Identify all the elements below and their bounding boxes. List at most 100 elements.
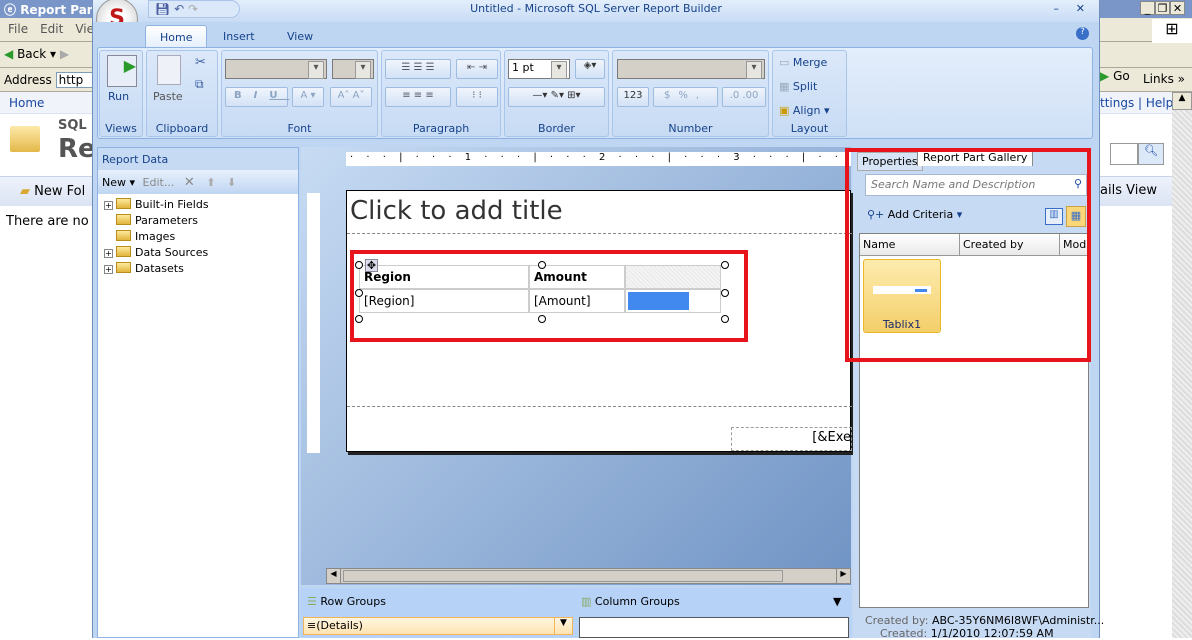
expand-icon[interactable]: +: [104, 265, 113, 274]
split-icon: ▦: [779, 80, 790, 93]
close-button[interactable]: ✕: [1076, 2, 1085, 15]
placeholder-format-button[interactable]: 123: [617, 87, 649, 107]
scroll-thumb[interactable]: [343, 570, 783, 582]
split-button[interactable]: ▦ Split: [779, 80, 817, 93]
close-button[interactable]: ✕: [1170, 1, 1185, 15]
ie-search-input[interactable]: [1110, 143, 1138, 165]
delete-icon[interactable]: ✕: [184, 175, 195, 190]
save-icon[interactable]: 💾︎: [155, 2, 170, 16]
details-view-button[interactable]: ails View: [1100, 183, 1157, 198]
minimize-button[interactable]: _: [1140, 1, 1155, 15]
tab-home[interactable]: Home: [145, 25, 208, 49]
align-left-center-right[interactable]: ≡ ≡ ≡: [385, 87, 451, 107]
column-groups-list[interactable]: [579, 617, 849, 638]
ie-vertical-scrollbar[interactable]: ▲: [1172, 92, 1192, 638]
report-title-placeholder[interactable]: Click to add title: [350, 196, 563, 226]
report-part-gallery-pane: Properties Report Part Gallery Search Na…: [845, 148, 1104, 640]
move-down-icon[interactable]: ⬇: [227, 176, 236, 189]
created-row: Created: 1/1/2010 12:07:59 AM: [880, 627, 1054, 640]
address-input[interactable]: http: [55, 72, 96, 88]
minimize-button[interactable]: –: [1054, 2, 1060, 15]
number-format-combo[interactable]: [617, 59, 765, 79]
menu-file[interactable]: File: [8, 22, 28, 36]
tab-view[interactable]: View: [273, 25, 327, 49]
row-groups-icon: ☰: [307, 595, 317, 608]
back-button[interactable]: ◀ Back ▾: [4, 47, 56, 61]
folder-report-icon: [10, 126, 40, 152]
horizontal-ruler: · · · | · · · 1 · · · | · · · 2 · · · | …: [346, 152, 851, 166]
group-label: Number: [668, 122, 713, 135]
tree-item-built-in-fields[interactable]: + Built-in Fields: [104, 198, 209, 214]
header-small-text: SQL: [58, 118, 87, 133]
ie-window-controls: _ ❐ ✕: [1140, 1, 1185, 15]
details-dropdown-icon[interactable]: ▼: [554, 618, 572, 634]
home-link[interactable]: Home: [9, 96, 44, 110]
links-button[interactable]: Links »: [1143, 72, 1185, 86]
app-title-bar: Untitled - Microsoft SQL Server Report B…: [93, 0, 1099, 22]
scroll-up-button[interactable]: ▲: [1172, 92, 1192, 110]
footer-divider: [347, 406, 852, 407]
new-label: New: [102, 176, 126, 189]
column-groups-header: ▥ Column Groups: [581, 595, 680, 608]
list-buttons[interactable]: ⁝ ⁝: [456, 87, 498, 107]
border-width-combo[interactable]: 1 pt: [508, 59, 570, 79]
scroll-left-button[interactable]: ◀: [327, 569, 341, 583]
report-page: Click to add title Region Amount [Region…: [346, 190, 852, 452]
tree-item-images[interactable]: Images: [104, 230, 175, 246]
search-icon[interactable]: 🔍︎: [1138, 143, 1164, 165]
bold-italic-underline-buttons[interactable]: BIU: [225, 87, 288, 107]
settings-help-links[interactable]: ttings | Help: [1100, 96, 1173, 110]
scroll-right-button[interactable]: ▶: [836, 569, 850, 583]
currency-percent-comma-buttons[interactable]: $%,: [653, 87, 718, 107]
edit-button[interactable]: Edit...: [143, 176, 175, 189]
indent-buttons[interactable]: ⇤ ⇥: [456, 59, 498, 79]
grow-shrink-font-buttons[interactable]: A˄ A˅: [330, 87, 372, 107]
copy-icon[interactable]: ⧉: [195, 77, 204, 92]
percent-button[interactable]: %: [678, 90, 696, 101]
merge-button[interactable]: ▭ Merge: [779, 56, 827, 69]
move-up-icon[interactable]: ⬆: [206, 176, 215, 189]
restore-button[interactable]: ❐: [1155, 1, 1170, 15]
forward-icon[interactable]: ▶: [60, 47, 69, 61]
new-folder-button[interactable]: ▰ New Fol: [20, 184, 85, 199]
details-group-row[interactable]: ≡(Details) ▼: [303, 617, 573, 635]
border-style-buttons[interactable]: —▾ ✎▾ ⊞▾: [508, 87, 605, 107]
shrink-font-icon[interactable]: A: [353, 90, 360, 101]
fill-color-button[interactable]: ◈▾: [575, 59, 605, 79]
cut-icon[interactable]: ✂: [195, 55, 206, 70]
underline-button[interactable]: U: [269, 90, 289, 101]
execution-time-textbox[interactable]: [&Exe: [731, 427, 852, 451]
go-button[interactable]: ▶ Go: [1100, 69, 1130, 83]
redo-icon[interactable]: ↷: [188, 2, 198, 16]
tab-insert[interactable]: Insert: [209, 25, 269, 49]
help-icon[interactable]: ?: [1076, 27, 1089, 40]
undo-icon[interactable]: ↶: [174, 2, 184, 16]
new-button[interactable]: New ▾: [102, 176, 135, 189]
column-groups-icon: ▥: [581, 595, 592, 608]
tree-item-data-sources[interactable]: + Data Sources: [104, 246, 208, 262]
align-button[interactable]: ▣ Align ▾: [779, 104, 830, 117]
font-color-button[interactable]: A ▾: [292, 87, 324, 107]
paste-button[interactable]: Paste: [153, 90, 183, 103]
font-name-combo[interactable]: [225, 59, 327, 79]
menu-edit[interactable]: Edit: [40, 22, 63, 36]
expand-icon[interactable]: +: [104, 249, 113, 258]
align-top-middle-bottom[interactable]: ☰ ☰ ☰: [385, 59, 451, 79]
font-size-combo[interactable]: [332, 59, 374, 79]
created-by-label: Created by:: [865, 614, 929, 627]
grouping-pane: ☰ Row Groups ▥ Column Groups ▼ ≡(Details…: [301, 588, 851, 638]
tree-item-datasets[interactable]: + Datasets: [104, 262, 184, 278]
expand-icon[interactable]: +: [104, 201, 113, 210]
folder-icon: [116, 198, 131, 209]
bold-button[interactable]: B: [234, 90, 254, 101]
folder-icon: [116, 246, 131, 257]
comma-button[interactable]: ,: [696, 90, 707, 101]
run-button[interactable]: Run: [108, 90, 129, 103]
currency-button[interactable]: $: [664, 90, 678, 101]
grow-font-icon[interactable]: A: [338, 90, 345, 101]
tree-item-parameters[interactable]: Parameters: [104, 214, 198, 230]
groups-menu-chevron-icon[interactable]: ▼: [833, 595, 841, 608]
italic-button[interactable]: I: [254, 90, 270, 101]
decimal-buttons[interactable]: .0 .00: [722, 87, 766, 107]
horizontal-scrollbar[interactable]: ◀ ▶: [326, 568, 851, 584]
